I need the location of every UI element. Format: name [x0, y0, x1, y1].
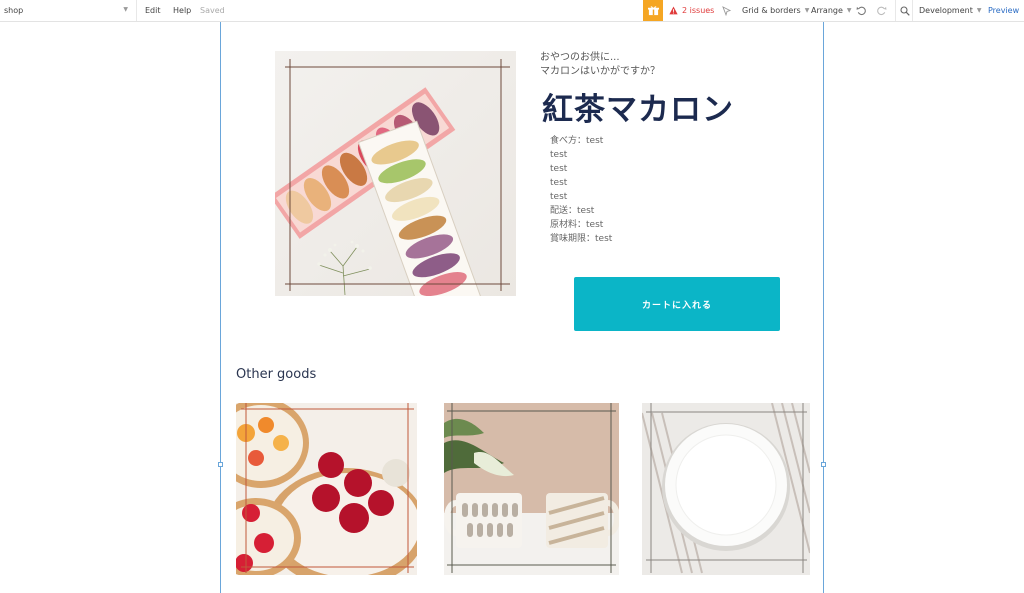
macaron-boxes-illustration — [275, 59, 510, 296]
chevron-down-icon: ▼ — [123, 6, 128, 13]
undo-button[interactable] — [856, 0, 867, 21]
issues-button[interactable]: 2 issues — [669, 0, 714, 21]
ceramic-mugs-image — [444, 403, 619, 575]
detail-line: 食べ方：test — [550, 136, 604, 146]
product-title: 紅茶マカロン — [542, 92, 734, 128]
detail-line: test — [550, 164, 568, 174]
edit-menu[interactable]: Edit — [145, 0, 161, 21]
product-intro: おやつのお供に... マカロンはいかがですか？ — [540, 51, 660, 79]
preview-button[interactable]: Preview — [988, 0, 1019, 21]
detail-line: 原材料：test — [550, 220, 604, 230]
gift-button[interactable] — [643, 0, 663, 21]
product-details: 食べ方：test test test test test 配送：test 原材料… — [550, 134, 612, 246]
page-guide-right — [823, 22, 824, 593]
cursor-icon — [722, 5, 732, 16]
issues-label: 2 issues — [682, 6, 715, 15]
gift-icon — [647, 5, 659, 16]
white-plate-image — [642, 403, 810, 575]
warning-icon — [669, 6, 678, 15]
add-to-cart-button[interactable]: カートに入れる — [574, 277, 780, 331]
other-goods-item[interactable] — [642, 403, 810, 575]
chevron-down-icon: ▼ — [804, 7, 810, 14]
intro-line-1: おやつのお供に... — [540, 52, 620, 63]
search-button[interactable] — [895, 0, 911, 21]
chevron-down-icon: ▼ — [846, 7, 852, 14]
save-status: Saved — [200, 6, 225, 15]
detail-line: 配送：test — [550, 206, 595, 216]
undo-icon — [856, 6, 866, 16]
environment-label: Development — [919, 6, 973, 15]
grid-borders-label: Grid & borders — [742, 6, 801, 15]
detail-line: test — [550, 192, 568, 202]
other-goods-item[interactable] — [444, 403, 619, 575]
toast-with-fruit-image — [236, 403, 417, 575]
detail-line: 賞味期限：test — [550, 234, 613, 244]
product-image — [275, 51, 516, 296]
grid-borders-menu[interactable]: Grid & borders ▼ — [742, 0, 809, 21]
editor-toolbar: shop ▼ Edit Help Saved 2 issues Grid & b… — [0, 0, 1024, 22]
page-selector-value: shop — [4, 6, 24, 15]
search-icon — [900, 5, 910, 16]
page-guide-left — [220, 22, 221, 593]
arrange-menu[interactable]: Arrange ▼ — [811, 0, 852, 21]
detail-line: test — [550, 150, 568, 160]
chevron-down-icon: ▼ — [976, 7, 982, 14]
redo-icon — [877, 6, 887, 16]
resize-handle-right[interactable] — [821, 462, 826, 467]
detail-line: test — [550, 178, 568, 188]
redo-button[interactable] — [876, 0, 887, 21]
environment-menu[interactable]: Development ▼ — [912, 0, 982, 21]
arrange-label: Arrange — [811, 6, 843, 15]
other-goods-item[interactable] — [236, 403, 417, 575]
page-selector[interactable]: shop ▼ — [0, 0, 137, 21]
intro-line-2: マカロンはいかがですか？ — [540, 66, 660, 77]
other-goods-heading: Other goods — [236, 367, 317, 382]
help-menu[interactable]: Help — [173, 0, 191, 21]
resize-handle-left[interactable] — [218, 462, 223, 467]
pointer-tool[interactable] — [722, 0, 732, 21]
